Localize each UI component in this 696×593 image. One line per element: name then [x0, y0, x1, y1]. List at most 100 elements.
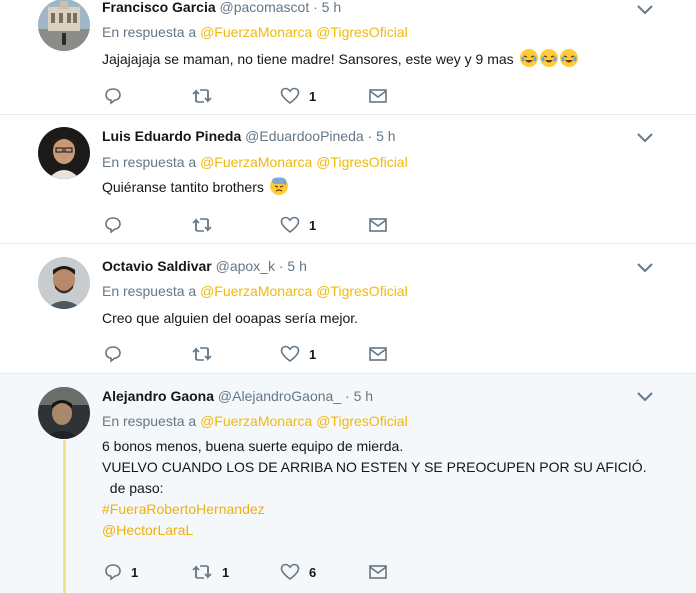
timestamp[interactable]: 5 h	[376, 128, 395, 144]
heart-icon	[280, 563, 300, 581]
chevron-down-icon[interactable]	[636, 391, 654, 403]
reply-prefix: En respuesta a	[102, 283, 197, 299]
reply-context: En respuesta a @FuerzaMonarca @TigresOfi…	[102, 154, 408, 170]
reply-count: 1	[131, 564, 139, 580]
like-count: 1	[309, 88, 317, 104]
tweet[interactable]: Octavio Saldivar @apox_k · 5 h En respue…	[0, 244, 696, 374]
reply-button[interactable]	[104, 86, 131, 106]
tweet-actions: 1	[102, 86, 402, 106]
avatar[interactable]	[38, 387, 90, 439]
hashtag-link[interactable]: #FueraRobertoHernandez	[102, 499, 647, 520]
joy-emoji	[519, 49, 538, 67]
separator: ·	[367, 128, 373, 144]
reply-button[interactable]	[104, 344, 131, 364]
mention-link[interactable]: @TigresOficial	[316, 154, 408, 170]
reply-icon	[105, 564, 121, 581]
like-button[interactable]: 1	[280, 215, 316, 235]
author-handle[interactable]: @apox_k	[216, 258, 275, 274]
mention-link[interactable]: @FuerzaMonarca	[200, 413, 312, 429]
reply-button[interactable]: 1	[104, 562, 138, 582]
timestamp[interactable]: 5 h	[354, 388, 373, 404]
retweet-button[interactable]	[191, 344, 222, 364]
tweet-header: Francisco Garcia @pacomascot · 5 h	[102, 0, 341, 15]
heart-icon	[280, 216, 300, 234]
reply-button[interactable]	[104, 215, 131, 235]
mention-link[interactable]: @TigresOficial	[316, 413, 408, 429]
retweet-icon	[192, 565, 212, 579]
like-count: 1	[309, 217, 317, 233]
mention-link[interactable]: @TigresOficial	[316, 24, 408, 40]
reply-context: En respuesta a @FuerzaMonarca @TigresOfi…	[102, 413, 408, 429]
separator: ·	[278, 258, 284, 274]
mention-link[interactable]: @TigresOficial	[316, 283, 408, 299]
mention-link[interactable]: @HectorLaraL	[102, 520, 647, 541]
tweet-header: Alejandro Gaona @AlejandroGaona_ · 5 h	[102, 388, 373, 404]
envelope-icon	[369, 565, 387, 579]
like-count: 1	[309, 346, 317, 362]
chevron-down-icon[interactable]	[636, 132, 654, 144]
retweet-icon	[192, 218, 212, 232]
tweet-header: Octavio Saldivar @apox_k · 5 h	[102, 258, 307, 274]
avatar[interactable]	[38, 257, 90, 309]
retweet-button[interactable]: 1	[191, 562, 229, 582]
reply-icon	[105, 88, 121, 105]
reply-context: En respuesta a @FuerzaMonarca @TigresOfi…	[102, 24, 408, 40]
author-handle[interactable]: @EduardooPineda	[245, 128, 364, 144]
timestamp[interactable]: 5 h	[287, 258, 306, 274]
envelope-icon	[369, 347, 387, 361]
envelope-icon	[369, 89, 387, 103]
joy-emoji	[539, 49, 558, 67]
chevron-down-icon[interactable]	[636, 262, 654, 274]
tweet-text: Quiéranse tantito brothers	[102, 177, 288, 198]
tweet-actions: 1 1 6	[102, 562, 402, 582]
tweet-text-line: Quiéranse tantito brothers	[102, 179, 264, 195]
tweet[interactable]: Francisco Garcia @pacomascot · 5 h En re…	[0, 0, 696, 115]
retweet-button[interactable]	[191, 86, 222, 106]
tweet-text-line: de paso:	[102, 480, 164, 496]
direct-message-button[interactable]	[368, 215, 388, 235]
mention-link[interactable]: @FuerzaMonarca	[200, 24, 312, 40]
heart-icon	[280, 345, 300, 363]
direct-message-button[interactable]	[368, 344, 388, 364]
reply-prefix: En respuesta a	[102, 413, 197, 429]
retweet-icon	[192, 89, 212, 103]
chevron-down-icon[interactable]	[636, 4, 654, 16]
reply-prefix: En respuesta a	[102, 24, 197, 40]
avatar[interactable]	[38, 127, 90, 179]
mention-link[interactable]: @FuerzaMonarca	[200, 283, 312, 299]
tweet-actions: 1	[102, 344, 402, 364]
author-name[interactable]: Octavio Saldivar	[102, 258, 212, 274]
author-name[interactable]: Alejandro Gaona	[102, 388, 214, 404]
downcast-sweat-emoji	[269, 177, 288, 195]
like-count: 6	[309, 564, 317, 580]
tweet[interactable]: Alejandro Gaona @AlejandroGaona_ · 5 h E…	[0, 374, 696, 593]
tweet-text-line: Jajajajaja se maman, no tiene madre! San…	[102, 51, 514, 67]
author-name[interactable]: Francisco Garcia	[102, 0, 216, 15]
retweet-icon	[192, 347, 212, 361]
reply-icon	[105, 346, 121, 363]
separator: ·	[313, 0, 318, 15]
tweet[interactable]: Luis Eduardo Pineda @EduardooPineda · 5 …	[0, 115, 696, 244]
retweet-count: 1	[222, 564, 230, 580]
author-name[interactable]: Luis Eduardo Pineda	[102, 128, 241, 144]
retweet-button[interactable]	[191, 215, 222, 235]
tweet-text-line: VUELVO CUANDO LOS DE ARRIBA NO ESTEN Y S…	[102, 459, 647, 475]
like-button[interactable]: 1	[280, 344, 316, 364]
tweet-text: Creo que alguien del ooapas sería mejor.	[102, 308, 358, 329]
like-button[interactable]: 6	[280, 562, 316, 582]
mention-link[interactable]: @FuerzaMonarca	[200, 154, 312, 170]
tweet-text-line: 6 bonos menos, buena suerte equipo de mi…	[102, 438, 404, 454]
direct-message-button[interactable]	[368, 86, 388, 106]
thread-line	[63, 440, 66, 593]
direct-message-button[interactable]	[368, 562, 388, 582]
avatar[interactable]	[38, 0, 90, 51]
separator: ·	[345, 388, 350, 404]
timestamp[interactable]: 5 h	[322, 0, 341, 15]
author-handle[interactable]: @AlejandroGaona_	[218, 388, 341, 404]
author-handle[interactable]: @pacomascot	[220, 0, 310, 15]
like-button[interactable]: 1	[280, 86, 316, 106]
tweet-actions: 1	[102, 215, 402, 235]
tweet-text: Jajajajaja se maman, no tiene madre! San…	[102, 49, 578, 70]
reply-prefix: En respuesta a	[102, 154, 197, 170]
tweet-text: 6 bonos menos, buena suerte equipo de mi…	[102, 436, 647, 541]
